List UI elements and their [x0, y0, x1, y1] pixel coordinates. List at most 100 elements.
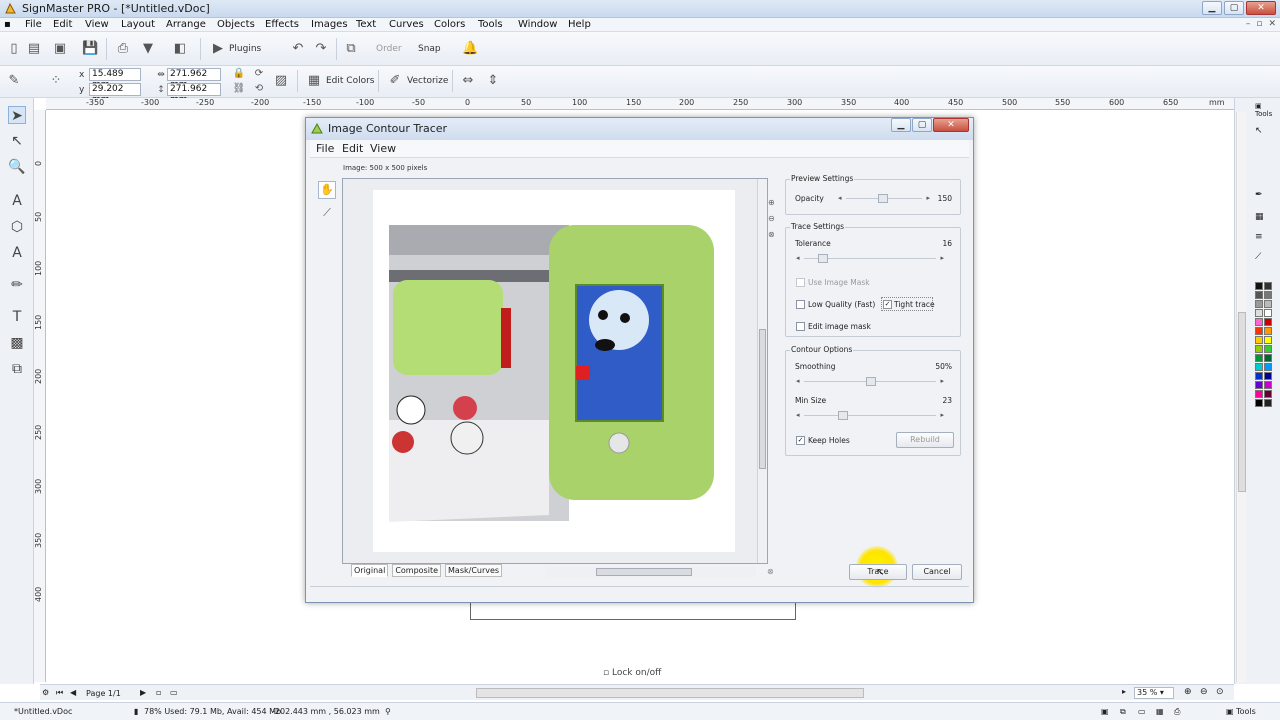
color-swatch[interactable] [1264, 309, 1272, 317]
arrange-icon[interactable]: ⧉ [343, 41, 359, 57]
nav-settings-icon[interactable]: ⚙ [42, 688, 49, 697]
menu-edit[interactable]: Edit [53, 18, 72, 32]
cut-output-icon[interactable]: ▼ [140, 41, 156, 57]
import-icon[interactable]: ▣ [52, 41, 68, 57]
color-swatch[interactable] [1264, 399, 1272, 407]
paste-icon[interactable]: ▤ [26, 41, 42, 57]
color-swatch[interactable] [1255, 363, 1263, 371]
slider-left-icon[interactable]: ◂ [796, 377, 800, 385]
bell-icon[interactable]: 🔔 [462, 41, 478, 57]
node-edit-icon[interactable]: ↖ [8, 132, 26, 150]
color-swatch[interactable] [1264, 336, 1272, 344]
opacity-slider[interactable]: ◂ ▸ [836, 194, 932, 203]
color-swatch[interactable] [1264, 390, 1272, 398]
y-position-field[interactable]: 29.202 mm [89, 83, 141, 105]
minimize-button[interactable]: ▁ [1202, 1, 1222, 15]
color-swatch[interactable] [1255, 345, 1263, 353]
low-quality-checkbox[interactable] [796, 300, 805, 309]
menu-objects[interactable]: Objects [217, 18, 255, 32]
use-image-mask-checkbox[interactable] [796, 278, 805, 287]
tab-mask-curves[interactable]: Mask/Curves [445, 564, 503, 577]
panel-arrow-icon[interactable]: ↖ [1255, 126, 1263, 136]
color-swatch[interactable] [1264, 327, 1272, 335]
opacity-thumb[interactable] [878, 194, 888, 203]
slider-right-icon[interactable]: ▸ [940, 411, 944, 419]
dialog-menu-edit[interactable]: Edit [342, 142, 363, 155]
select-arrow-icon[interactable]: ➤ [8, 106, 26, 124]
mdi-close-icon[interactable]: ✕ [1268, 19, 1276, 29]
anchor-points-icon[interactable]: ⁘ [48, 73, 64, 89]
tab-composite[interactable]: Composite [392, 564, 442, 577]
color-swatch[interactable] [1264, 381, 1272, 389]
image-preview[interactable] [342, 178, 768, 564]
first-page-icon[interactable]: ⏮ [56, 688, 63, 698]
pencil-icon[interactable]: ✏ [8, 276, 26, 294]
plugins-button[interactable]: Plugins [229, 44, 261, 54]
slider-right-icon[interactable]: ▸ [926, 194, 930, 202]
vectorize-icon[interactable]: ✐ [387, 73, 403, 89]
menu-text[interactable]: Text [356, 18, 376, 32]
zoom-out-small-icon[interactable]: ⊖ [768, 214, 775, 223]
weld-icon[interactable]: ⧉ [8, 360, 26, 378]
lock-icon[interactable]: 🔒 [231, 66, 247, 82]
hand-tool-icon[interactable]: ✋ [318, 181, 336, 199]
dialog-menu-file[interactable]: File [316, 142, 334, 155]
close-button[interactable]: ✕ [1246, 1, 1276, 15]
menu-layout[interactable]: Layout [121, 18, 155, 32]
image-icon[interactable]: ▨ [273, 73, 289, 89]
color-swatch[interactable] [1264, 291, 1272, 299]
color-swatch[interactable] [1264, 318, 1272, 326]
color-swatch[interactable] [1255, 390, 1263, 398]
flip-horizontal-icon[interactable]: ⇔ [460, 73, 476, 89]
color-swatch[interactable] [1264, 345, 1272, 353]
tight-trace-checkbox[interactable]: ✓ [883, 300, 892, 309]
snap-status-icon[interactable]: ⚲ [385, 707, 391, 716]
zoom-out-icon[interactable]: ⊖ [1200, 687, 1208, 697]
color-swatch[interactable] [1255, 381, 1263, 389]
brush-tool-icon[interactable]: ⟋ [318, 204, 336, 222]
min-size-slider[interactable]: ◂ ▸ [794, 411, 946, 420]
menu-images[interactable]: Images [311, 18, 348, 32]
menu-view[interactable]: View [85, 18, 109, 32]
snap-button[interactable]: Snap [418, 44, 441, 54]
scroll-right-icon[interactable]: ▸ [1122, 687, 1126, 696]
color-swatch[interactable] [1255, 327, 1263, 335]
color-swatch[interactable] [1255, 372, 1263, 380]
link-icon[interactable]: ⛓ [231, 81, 247, 97]
mdi-restore-icon[interactable]: ▫ [1256, 19, 1262, 29]
slider-right-icon[interactable]: ▸ [940, 377, 944, 385]
slider-left-icon[interactable]: ◂ [796, 411, 800, 419]
edit-colors-icon[interactable]: ▦ [306, 73, 322, 89]
panel-brush-icon[interactable]: ⟋ [1255, 252, 1261, 262]
image-tool-icon[interactable]: ▩ [8, 334, 26, 352]
add-page-icon[interactable]: ▫ [156, 688, 161, 697]
dialog-maximize-button[interactable]: ▢ [912, 118, 932, 132]
save-icon[interactable]: 💾 [82, 41, 98, 57]
color-swatch[interactable] [1264, 300, 1272, 308]
horizontal-scroll-thumb[interactable] [476, 688, 864, 698]
color-swatch[interactable] [1264, 372, 1272, 380]
lock-toggle[interactable]: ▫ Lock on/off [603, 668, 661, 678]
mdi-minimize-icon[interactable]: – [1246, 19, 1251, 29]
dialog-minimize-button[interactable]: ▁ [891, 118, 911, 132]
page-list-icon[interactable]: ▭ [170, 688, 178, 697]
rotate-icon[interactable]: ⟳ [251, 66, 267, 82]
art-text-icon[interactable]: A [8, 244, 26, 262]
undo-icon[interactable]: ↶ [290, 41, 306, 57]
tab-original[interactable]: Original [351, 564, 389, 577]
dialog-close-button[interactable]: ✕ [933, 118, 969, 132]
menu-effects[interactable]: Effects [265, 18, 299, 32]
reset-view-icon[interactable]: ⊗ [767, 567, 774, 576]
output-icon[interactable]: ◧ [172, 41, 188, 57]
vectorize-button[interactable]: Vectorize [407, 76, 448, 86]
color-swatch[interactable] [1255, 318, 1263, 326]
smoothing-thumb[interactable] [866, 377, 876, 386]
status-tools[interactable]: ▣ Tools [1226, 707, 1256, 716]
panel-grid-icon[interactable]: ▦ [1255, 212, 1264, 222]
plugins-icon[interactable]: ▶ [210, 41, 226, 57]
vertical-scrollbar[interactable] [1236, 112, 1246, 682]
text-frame-icon[interactable]: T [8, 308, 26, 326]
color-swatch[interactable] [1255, 336, 1263, 344]
width-field[interactable]: 271.962 mm [167, 68, 221, 90]
node-tool-icon[interactable]: ✎ [6, 73, 22, 89]
